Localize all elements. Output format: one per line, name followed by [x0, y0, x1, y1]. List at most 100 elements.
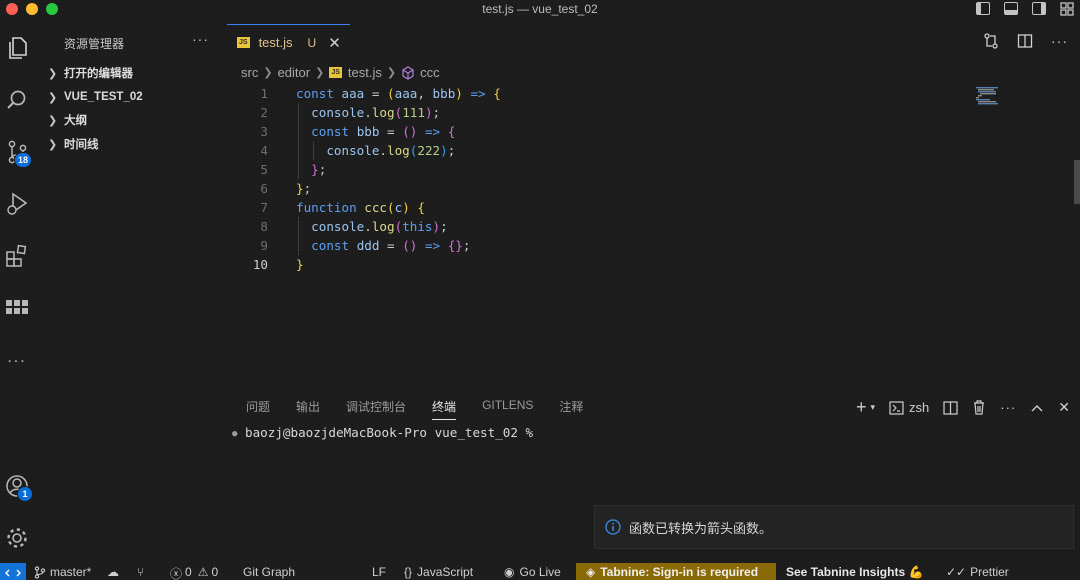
activity-source-control[interactable]: 18 — [0, 132, 34, 172]
line-number: 3 — [260, 124, 268, 139]
activity-explorer[interactable] — [0, 28, 34, 68]
tab-close-button[interactable]: ✕ — [328, 34, 341, 52]
section-timeline[interactable]: ❯ 时间线 — [48, 134, 99, 154]
terminal-selector[interactable]: zsh — [889, 400, 929, 415]
line-number: 4 — [260, 143, 268, 158]
branch-indicator[interactable]: master* — [34, 565, 91, 579]
more-icon[interactable]: ... — [0, 338, 34, 378]
manage-button[interactable] — [0, 518, 34, 558]
problems-indicator[interactable]: ⓧ 0 ⚠ 0 — [170, 565, 218, 580]
window-title: test.js — vue_test_02 — [482, 2, 598, 16]
code-line[interactable]: 3 const bbb = () => { — [224, 122, 984, 141]
section-workspace[interactable]: ❯ VUE_TEST_02 — [48, 87, 143, 107]
source-control-badge: 18 — [14, 152, 33, 168]
code-line[interactable]: 9 const ddd = () => {}; — [224, 236, 984, 255]
tab-debug-console[interactable]: 调试控制台 — [346, 398, 406, 420]
new-terminal-icon[interactable]: + — [856, 397, 867, 418]
tab-comments[interactable]: 注释 — [559, 398, 583, 420]
language-mode[interactable]: {} JavaScript — [404, 565, 473, 579]
run-debug-icon — [7, 192, 28, 215]
activity-run-debug[interactable] — [0, 184, 34, 224]
extensions-icon — [6, 244, 27, 267]
tab-terminal[interactable]: 终端 — [432, 398, 457, 420]
chevron-right-icon: ❯ — [48, 67, 58, 80]
line-number: 10 — [252, 257, 268, 272]
section-label: VUE_TEST_02 — [64, 91, 143, 103]
section-open-editors[interactable]: ❯ 打开的编辑器 — [48, 63, 133, 83]
code-line[interactable]: 8 console.log(this); — [224, 217, 984, 236]
line-number: 7 — [260, 200, 268, 215]
sync-icon[interactable]: ☁ — [107, 565, 119, 579]
tabnine-insights-button[interactable]: See Tabnine Insights 💪 — [786, 565, 923, 579]
toggle-secondary-sidebar-button[interactable] — [1032, 2, 1046, 15]
prettier-label: Prettier — [970, 565, 1009, 579]
line-number: 8 — [260, 219, 268, 234]
code-line[interactable]: 2 console.log(111); — [224, 103, 984, 122]
breadcrumb-item[interactable]: ccc — [420, 65, 440, 80]
code-line[interactable]: 10} — [224, 255, 984, 274]
section-outline[interactable]: ❯ 大纲 — [48, 110, 87, 130]
code-line[interactable]: 4 console.log(222); — [224, 141, 984, 160]
panel-actions: + ▾ zsh ··· ✕ — [856, 397, 1070, 418]
remote-indicator[interactable] — [0, 563, 26, 580]
code-text: const ddd = () => {}; — [311, 238, 471, 253]
go-live-button[interactable]: ◉ Go Live — [504, 565, 561, 579]
activity-grid[interactable] — [0, 288, 34, 328]
code-line[interactable]: 5 }; — [224, 160, 984, 179]
go-live-label: Go Live — [519, 565, 561, 579]
code-text: console.log(222); — [326, 143, 456, 158]
chevron-up-icon[interactable] — [1030, 403, 1044, 413]
remote-icon — [5, 569, 21, 577]
code-text: const aaa = (aaa, bbb) => { — [296, 86, 501, 101]
code-text: console.log(111); — [311, 105, 441, 120]
chevron-down-icon[interactable]: ▾ — [871, 402, 876, 413]
customize-layout-icon[interactable] — [1060, 2, 1074, 16]
language-name: JavaScript — [417, 565, 474, 579]
minimap[interactable] — [976, 86, 1006, 106]
activity-search[interactable] — [0, 80, 34, 120]
breadcrumb-item[interactable]: test.js — [348, 65, 382, 80]
chevron-right-icon: ❯ — [48, 138, 58, 151]
split-editor-icon[interactable] — [1017, 33, 1033, 49]
notification-toast[interactable]: 函数已转换为箭头函数。 — [594, 505, 1074, 549]
activity-extensions[interactable] — [0, 236, 34, 276]
tab-test-js[interactable]: JS test.js U ✕ — [227, 24, 350, 60]
accounts-button[interactable]: 1 — [0, 466, 34, 506]
section-label: 时间线 — [64, 139, 99, 151]
more-actions-icon[interactable]: ··· — [1051, 33, 1068, 49]
breadcrumb-item[interactable]: src — [241, 65, 258, 80]
editor-scrollbar[interactable] — [1074, 160, 1080, 204]
git-branch-icon — [34, 565, 46, 579]
split-terminal-icon[interactable] — [943, 400, 958, 415]
terminal-output[interactable]: ● baozj@baozjdeMacBook-Pro vue_test_02 % — [232, 425, 533, 440]
toggle-primary-sidebar-button[interactable] — [976, 2, 990, 15]
section-label: 大纲 — [64, 115, 87, 127]
breadcrumb-item[interactable]: editor — [278, 65, 311, 80]
sidebar-more-actions[interactable]: ··· — [192, 31, 209, 47]
close-icon[interactable]: ✕ — [1058, 399, 1070, 416]
tab-output[interactable]: 输出 — [296, 398, 320, 420]
eol-indicator[interactable]: LF — [372, 565, 386, 579]
code-line[interactable]: 6}; — [224, 179, 984, 198]
braces-icon: {} — [404, 565, 413, 579]
gear-icon — [7, 528, 27, 548]
prettier-status[interactable]: ✓✓ Prettier — [946, 565, 1009, 579]
code-line[interactable]: 1 const aaa = (aaa, bbb) => { — [224, 84, 984, 103]
javascript-file-icon: JS — [237, 37, 250, 48]
breadcrumb: src ❯ editor ❯ JS test.js ❯ ccc — [241, 65, 440, 80]
trash-icon[interactable] — [972, 400, 986, 415]
warning-icon: ⚠ — [197, 565, 209, 579]
code-line[interactable]: 7 function ccc(c) { — [224, 198, 984, 217]
tabnine-status[interactable]: ◈ Tabnine: Sign-in is required — [576, 563, 776, 580]
tabnine-label: Tabnine: Sign-in is required — [600, 565, 759, 579]
line-number: 2 — [260, 105, 268, 120]
toggle-panel-button[interactable] — [1004, 2, 1018, 15]
open-changes-icon[interactable] — [983, 33, 999, 49]
git-graph-button[interactable]: Git Graph — [243, 565, 295, 579]
method-cube-icon — [402, 65, 414, 80]
more-actions-icon[interactable]: ··· — [1000, 400, 1016, 415]
tab-gitlens[interactable]: GITLENS — [482, 398, 533, 420]
terminal-prompt: baozj@baozjdeMacBook-Pro vue_test_02 % — [245, 425, 534, 440]
tab-problems[interactable]: 问题 — [246, 398, 270, 420]
git-compare-icon[interactable]: ⑂ — [137, 565, 144, 579]
